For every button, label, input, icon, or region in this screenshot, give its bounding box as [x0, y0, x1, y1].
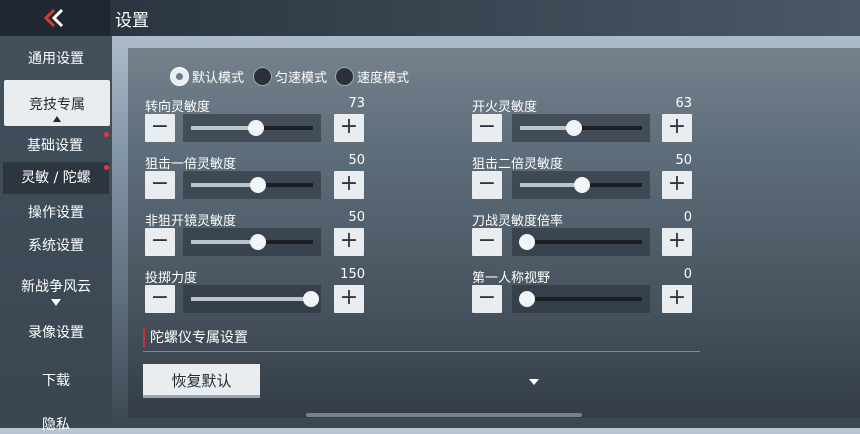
fire-plus-button[interactable]: + [662, 114, 692, 142]
notification-dot [104, 132, 109, 137]
mode-label: 速度模式 [357, 71, 410, 86]
sidebar-item-label: 基础设置 [27, 138, 83, 154]
slider-thumb[interactable] [247, 120, 264, 136]
sidebar-item-label: 通用设置 [28, 51, 84, 67]
fov-minus-button[interactable]: − [472, 285, 502, 313]
turn-sensitivity-label: 转向灵敏度 [145, 100, 211, 115]
reset-default-button[interactable]: 恢复默认 [143, 364, 260, 398]
sniper1-plus-button[interactable]: + [334, 171, 364, 199]
nonsniper-scope-label: 非狙开镜灵敏度 [145, 214, 237, 229]
knife-plus-button[interactable]: + [662, 228, 692, 256]
gyro-section-title: 陀螺仪专属设置 [150, 330, 248, 346]
mode-speed-option[interactable]: 速度模式 [335, 67, 409, 86]
fire-sensitivity-value: 63 [675, 96, 692, 111]
throw-plus-button[interactable]: + [334, 285, 364, 313]
nonsniper-scope-value: 50 [348, 210, 365, 225]
throw-force-label: 投掷力度 [145, 271, 198, 286]
mode-constant-option[interactable]: 匀速模式 [253, 67, 327, 86]
fov-slider[interactable] [512, 285, 650, 313]
throw-force-value: 150 [340, 267, 365, 282]
sidebar-item-download[interactable]: 下载 [0, 370, 112, 390]
slider-thumb[interactable] [302, 291, 319, 307]
sidebar-item-label: 下载 [42, 373, 70, 389]
turn-plus-button[interactable]: + [334, 114, 364, 142]
sidebar-item-label: 录像设置 [28, 325, 84, 341]
sniper2-sensitivity-value: 50 [675, 153, 692, 168]
knife-multiplier-label: 刀战灵敏度倍率 [472, 214, 564, 229]
gyro-section-header[interactable]: 陀螺仪专属设置 [143, 322, 700, 352]
top-bar: 设置 [0, 0, 860, 36]
knife-slider[interactable] [512, 228, 650, 256]
caret-down-icon [51, 299, 61, 306]
nonsniper-minus-button[interactable]: − [145, 228, 175, 256]
sidebar-item-privacy[interactable]: 隐私 [0, 414, 112, 434]
sidebar-item-label: 操作设置 [28, 205, 84, 221]
throw-minus-button[interactable]: − [145, 285, 175, 313]
scrollbar[interactable] [306, 413, 582, 417]
double-chevron-left-icon [43, 8, 64, 28]
slider-thumb[interactable] [565, 120, 582, 136]
turn-sensitivity-value: 73 [348, 96, 365, 111]
sidebar-item-label: 系统设置 [28, 238, 84, 254]
sidebar-item-basic[interactable]: 基础设置 [0, 132, 110, 155]
sniper1-sensitivity-value: 50 [348, 153, 365, 168]
notification-dot [104, 165, 109, 170]
sidebar-item-sensitivity[interactable]: 灵敏 / 陀螺 [3, 162, 109, 194]
radio-icon [335, 67, 354, 86]
nonsniper-slider[interactable] [183, 228, 321, 256]
knife-minus-button[interactable]: − [472, 228, 502, 256]
sidebar-item-new-war[interactable]: 新战争风云 [0, 276, 112, 306]
page-title: 设置 [115, 11, 149, 31]
caret-down-icon [529, 379, 539, 385]
radio-icon [253, 67, 272, 86]
sniper2-plus-button[interactable]: + [662, 171, 692, 199]
sidebar-item-label: 竞技专属 [29, 97, 85, 113]
sidebar-item-label: 新战争风云 [21, 279, 91, 295]
throw-slider[interactable] [183, 285, 321, 313]
sidebar: 通用设置 竞技专属 基础设置 灵敏 / 陀螺 操作设置 系统设置 新战争风云 录… [0, 36, 112, 433]
sidebar-item-general[interactable]: 通用设置 [0, 48, 112, 68]
slider-thumb[interactable] [250, 234, 267, 250]
mode-label: 默认模式 [192, 71, 245, 86]
slider-thumb[interactable] [519, 291, 536, 307]
fov-plus-button[interactable]: + [662, 285, 692, 313]
slider-thumb[interactable] [519, 234, 536, 250]
radio-selected-icon [170, 67, 189, 86]
caret-up-icon [53, 116, 61, 122]
sidebar-item-system[interactable]: 系统设置 [0, 235, 112, 255]
mode-default-option[interactable]: 默认模式 [170, 67, 244, 86]
first-person-fov-value: 0 [683, 267, 692, 282]
first-person-fov-label: 第一人称视野 [472, 271, 551, 286]
turn-slider[interactable] [183, 114, 321, 142]
sniper1-sensitivity-label: 狙击一倍灵敏度 [145, 157, 237, 172]
sniper2-sensitivity-label: 狙击二倍灵敏度 [472, 157, 564, 172]
sidebar-item-competitive[interactable]: 竞技专属 [4, 80, 110, 126]
fire-sensitivity-label: 开火灵敏度 [472, 100, 538, 115]
slider-thumb[interactable] [574, 177, 591, 193]
sidebar-item-replay[interactable]: 录像设置 [0, 322, 112, 342]
sidebar-item-controls[interactable]: 操作设置 [0, 202, 112, 222]
knife-multiplier-value: 0 [683, 210, 692, 225]
fire-slider[interactable] [512, 114, 650, 142]
nonsniper-plus-button[interactable]: + [334, 228, 364, 256]
sniper2-minus-button[interactable]: − [472, 171, 502, 199]
section-accent-bar [143, 327, 145, 347]
sniper1-slider[interactable] [183, 171, 321, 199]
sidebar-item-label: 隐私 [42, 417, 70, 433]
sniper1-minus-button[interactable]: − [145, 171, 175, 199]
mode-label: 匀速模式 [275, 71, 328, 86]
turn-minus-button[interactable]: − [145, 114, 175, 142]
slider-thumb[interactable] [250, 177, 267, 193]
sidebar-item-label: 灵敏 / 陀螺 [21, 170, 91, 186]
fire-minus-button[interactable]: − [472, 114, 502, 142]
sniper2-slider[interactable] [512, 171, 650, 199]
back-button[interactable] [0, 0, 110, 36]
